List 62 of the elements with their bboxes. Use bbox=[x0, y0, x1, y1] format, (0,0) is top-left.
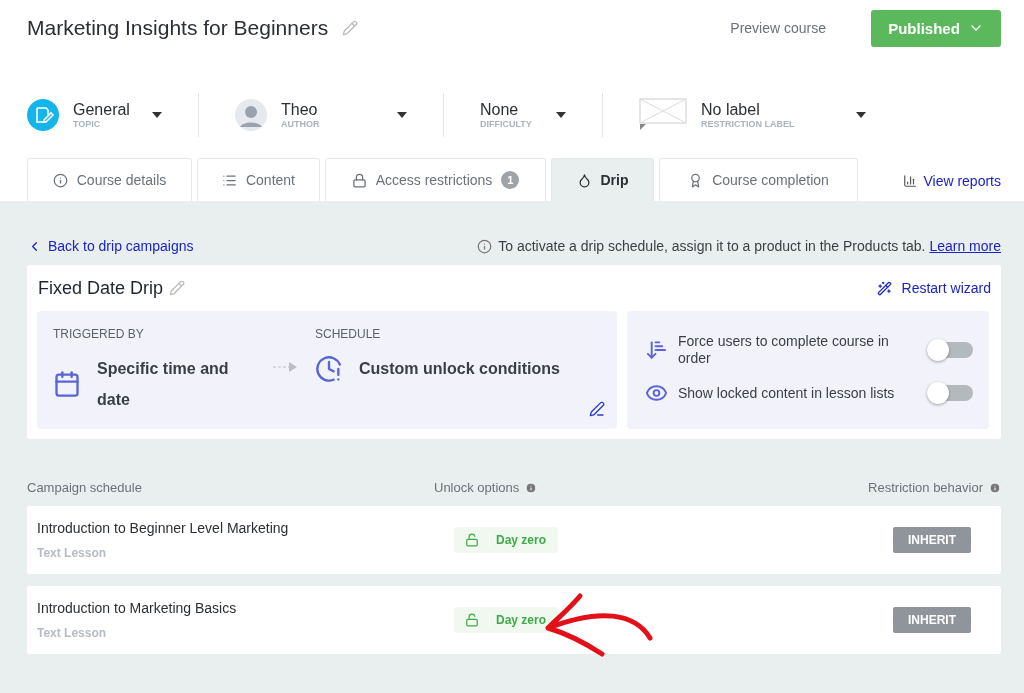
drop-icon bbox=[576, 172, 592, 188]
tab[interactable]: Access restrictions 1 bbox=[325, 158, 546, 201]
restart-wizard-link[interactable]: Restart wizard bbox=[876, 280, 991, 296]
back-link[interactable]: Back to drip campaigns bbox=[27, 238, 194, 254]
info-icon bbox=[989, 481, 1001, 494]
section-heading: SCHEDULE bbox=[315, 327, 382, 341]
preview-course-link[interactable]: Preview course bbox=[730, 20, 826, 36]
meta-label: AUTHOR bbox=[281, 119, 320, 129]
unlocked-padlock-icon bbox=[464, 533, 479, 547]
chart-icon bbox=[903, 174, 918, 188]
trigger-value: Specific time and date bbox=[97, 359, 230, 410]
option-label: Show locked content in lesson lists bbox=[677, 384, 896, 402]
caret-icon[interactable] bbox=[556, 112, 566, 118]
unlock-tag: Day zero bbox=[454, 607, 558, 633]
sort-icon bbox=[645, 338, 668, 362]
meta-value[interactable]: General bbox=[73, 101, 130, 119]
option-label: Force users to complete course in order bbox=[677, 333, 890, 367]
column-header: Campaign schedule bbox=[27, 480, 142, 495]
caret-icon[interactable] bbox=[856, 112, 866, 118]
column-header: Unlock options bbox=[434, 480, 520, 495]
meta-label: DIFFICULTY bbox=[480, 119, 532, 129]
info-icon bbox=[52, 172, 68, 188]
notice-text: To activate a drip schedule, assign it to a product in the Products tab. Learn more bbox=[498, 238, 1001, 254]
lesson-title: Introduction to Marketing Basics bbox=[37, 600, 238, 616]
caret-icon[interactable] bbox=[397, 112, 407, 118]
tab[interactable]: Course details bbox=[27, 158, 192, 201]
calendar-icon bbox=[53, 370, 81, 398]
section-heading: TRIGGERED BY bbox=[53, 327, 145, 341]
magic-wand-icon bbox=[876, 280, 892, 296]
count-badge: 1 bbox=[501, 171, 520, 189]
meta-value[interactable]: Theo bbox=[281, 101, 320, 119]
view-reports-link[interactable]: View reports bbox=[903, 173, 1001, 189]
drip-title: Fixed Date Drip bbox=[38, 277, 164, 299]
avatar-icon bbox=[235, 99, 267, 131]
lesson-type: Text Lesson bbox=[37, 626, 108, 640]
caret-icon[interactable] bbox=[152, 112, 162, 118]
toggle-switch[interactable] bbox=[927, 385, 973, 401]
dashed-arrow-icon bbox=[273, 361, 299, 373]
unlocked-padlock-icon bbox=[464, 613, 479, 627]
lesson-title: Introduction to Beginner Level Marketing bbox=[37, 520, 290, 536]
label-placeholder-icon bbox=[639, 98, 687, 132]
column-header: Restriction behavior bbox=[868, 480, 983, 495]
meta-value[interactable]: None bbox=[480, 101, 532, 119]
info-icon bbox=[525, 481, 538, 494]
topic-icon bbox=[27, 99, 59, 131]
meta-label: TOPIC bbox=[73, 119, 102, 129]
meta-value[interactable]: No label bbox=[701, 101, 795, 119]
tab[interactable]: Content bbox=[197, 158, 320, 201]
meta-label: RESTRICTION LABEL bbox=[701, 119, 795, 129]
tab[interactable]: Course completion bbox=[659, 158, 858, 201]
learn-more-link[interactable]: Learn more bbox=[929, 238, 1001, 254]
lesson-type: Text Lesson bbox=[37, 546, 108, 560]
schedule-value: Custom unlock conditions bbox=[359, 359, 561, 379]
edit-icon[interactable] bbox=[589, 401, 605, 417]
course-title: Marketing Insights for Beginners bbox=[27, 16, 329, 40]
lock-icon bbox=[351, 172, 367, 188]
list-icon bbox=[221, 172, 237, 188]
tab[interactable]: Drip bbox=[551, 158, 654, 201]
info-icon bbox=[477, 238, 493, 254]
toggle-switch[interactable] bbox=[927, 342, 973, 358]
unlock-tag: Day zero bbox=[454, 527, 558, 553]
clock-icon bbox=[315, 354, 343, 383]
